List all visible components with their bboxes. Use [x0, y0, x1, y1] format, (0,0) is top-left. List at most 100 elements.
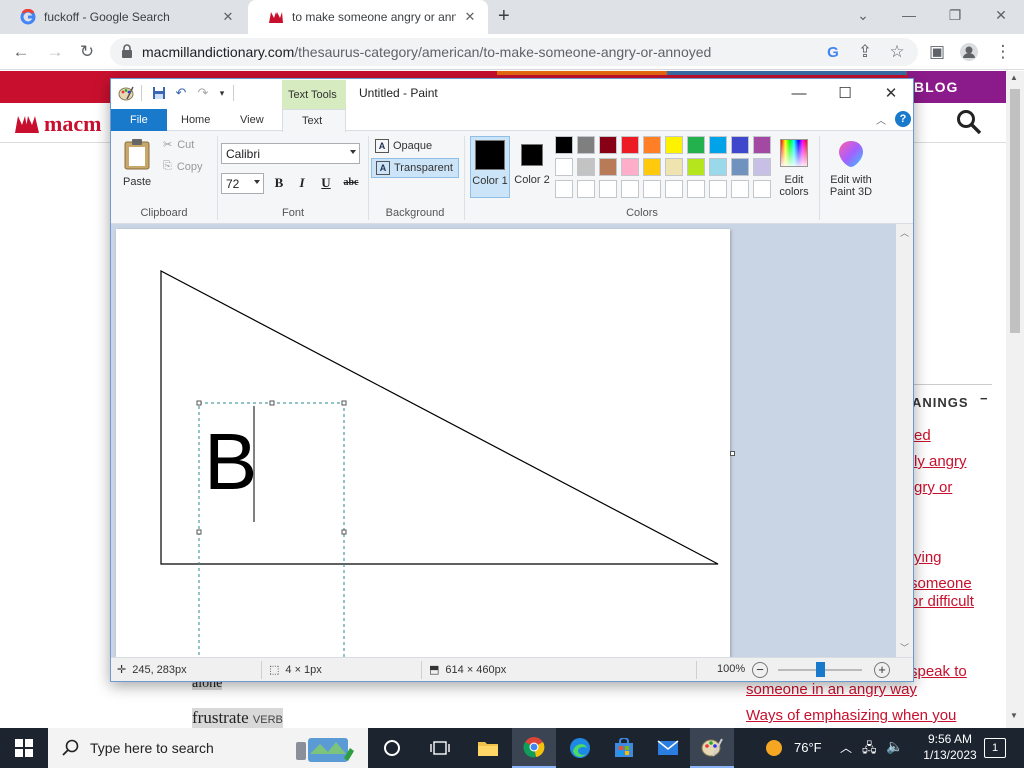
paint-title-bar[interactable]: ↶ ↷ ▾ Text Tools Untitled - Paint — ☐ ✕ — [111, 79, 913, 109]
palette-swatch[interactable] — [665, 158, 683, 176]
share-icon[interactable]: ⇪ — [850, 34, 880, 70]
font-family-dropdown[interactable]: Calibri — [221, 143, 360, 164]
kebab-menu-icon[interactable]: ⋮ — [988, 34, 1018, 70]
text-box-content[interactable]: B — [204, 417, 257, 507]
side-panel-icon[interactable]: ▣ — [922, 34, 952, 70]
lock-icon[interactable] — [120, 43, 134, 59]
custom-color-slot[interactable] — [753, 180, 771, 198]
meaning-link[interactable]: someone — [910, 575, 972, 592]
palette-swatch[interactable] — [555, 158, 573, 176]
task-view-icon[interactable] — [418, 728, 462, 768]
clock[interactable]: 9:56 AM 1/13/2023 — [915, 731, 985, 763]
tab-text[interactable]: Text — [282, 109, 346, 132]
close-tab-icon[interactable]: ✕ — [220, 9, 236, 25]
file-explorer-icon[interactable] — [466, 728, 510, 768]
close-icon[interactable]: ✕ — [978, 0, 1024, 30]
meaning-link[interactable]: ed — [914, 427, 931, 444]
scroll-down-icon[interactable]: ﹀ — [900, 641, 909, 654]
weather-temp[interactable]: 76°F — [794, 740, 822, 755]
custom-color-slot[interactable] — [643, 180, 661, 198]
color2-selector[interactable]: Color 2 — [513, 136, 553, 198]
palette-swatch[interactable] — [577, 136, 595, 154]
macmillan-logo[interactable]: macm — [14, 111, 101, 137]
palette-swatch[interactable] — [665, 136, 683, 154]
help-icon[interactable]: ? — [895, 111, 911, 127]
opaque-option[interactable]: A Opaque — [371, 136, 459, 156]
cortana-icon[interactable] — [370, 728, 414, 768]
canvas-scrollbar[interactable]: ︿ ﹀ — [896, 224, 913, 657]
custom-color-slot[interactable] — [577, 180, 595, 198]
palette-swatch[interactable] — [731, 158, 749, 176]
tab-home[interactable]: Home — [169, 109, 222, 131]
page-scrollbar[interactable]: ▲ ▼ — [1006, 71, 1024, 728]
meaning-link[interactable]: gry or — [914, 479, 952, 496]
meaning-link[interactable]: or difficult — [910, 593, 974, 610]
palette-swatch[interactable] — [555, 136, 573, 154]
blog-nav-link[interactable]: BLOG — [908, 71, 1006, 103]
tab-file[interactable]: File — [111, 109, 167, 131]
meaning-link[interactable]: ly angry — [914, 453, 967, 470]
paint-app-icon[interactable] — [117, 84, 135, 102]
chevron-down-icon[interactable]: ⌄ — [840, 0, 886, 30]
collapse-ribbon-icon[interactable]: ︿ — [876, 112, 886, 127]
weather-sun-icon[interactable] — [766, 740, 782, 756]
google-lens-icon[interactable]: G — [818, 34, 848, 70]
minimize-icon[interactable]: — — [776, 79, 822, 107]
color1-selector[interactable]: Color 1 — [470, 136, 510, 198]
store-icon[interactable] — [602, 728, 646, 768]
thesaurus-word[interactable]: frustrate VERB — [192, 708, 283, 728]
canvas-workspace[interactable]: B — [111, 224, 913, 657]
undo-icon[interactable]: ↶ — [172, 84, 190, 102]
edit-with-paint3d-button[interactable]: Edit with Paint 3D — [823, 136, 879, 200]
palette-swatch[interactable] — [577, 158, 595, 176]
custom-color-slot[interactable] — [555, 180, 573, 198]
scrollbar-thumb[interactable] — [1010, 89, 1020, 333]
redo-icon[interactable]: ↷ — [194, 84, 212, 102]
scroll-up-icon[interactable]: ▲ — [1010, 73, 1018, 82]
custom-color-slot[interactable] — [621, 180, 639, 198]
paint-icon[interactable] — [690, 728, 734, 768]
scroll-up-icon[interactable]: ︿ — [900, 226, 909, 239]
scroll-down-icon[interactable]: ▼ — [1010, 711, 1018, 720]
taskbar-search-box[interactable]: Type here to search — [48, 728, 368, 768]
chrome-icon[interactable] — [512, 728, 556, 768]
chevron-up-icon[interactable]: ︿ — [840, 739, 852, 756]
custom-color-slot[interactable] — [709, 180, 727, 198]
custom-color-slot[interactable] — [599, 180, 617, 198]
customize-qa-icon[interactable]: ▾ — [213, 84, 231, 102]
maximize-icon[interactable]: ☐ — [822, 79, 868, 107]
mail-icon[interactable] — [646, 728, 690, 768]
palette-swatch[interactable] — [643, 136, 661, 154]
transparent-option[interactable]: A Transparent — [371, 158, 459, 178]
custom-color-slot[interactable] — [665, 180, 683, 198]
palette-swatch[interactable] — [599, 136, 617, 154]
minimize-icon[interactable]: — — [886, 0, 932, 30]
save-icon[interactable] — [150, 84, 168, 102]
meaning-link[interactable]: speak to — [910, 663, 967, 680]
browser-tab[interactable]: fuckoff - Google Search ✕ — [0, 0, 246, 34]
palette-swatch[interactable] — [731, 136, 749, 154]
cut-button[interactable]: ✂ Cut — [163, 138, 194, 152]
address-bar[interactable]: macmillandictionary.com/thesaurus-catego… — [110, 38, 918, 66]
zoom-out-button[interactable]: − — [752, 662, 768, 678]
palette-swatch[interactable] — [753, 136, 771, 154]
palette-swatch[interactable] — [709, 158, 727, 176]
meaning-link[interactable]: Ways of emphasizing when you — [746, 707, 956, 724]
strikethrough-button[interactable]: abc — [339, 173, 363, 193]
underline-button[interactable]: U — [316, 173, 336, 193]
reload-icon[interactable]: ↻ — [72, 34, 102, 70]
collapse-icon[interactable]: − — [980, 391, 989, 406]
font-size-dropdown[interactable]: 72 — [221, 173, 264, 194]
custom-color-slot[interactable] — [731, 180, 749, 198]
drawing-canvas[interactable]: B — [116, 229, 730, 657]
palette-swatch[interactable] — [621, 136, 639, 154]
restore-icon[interactable]: ❐ — [932, 0, 978, 30]
italic-button[interactable]: I — [292, 173, 312, 193]
palette-swatch[interactable] — [753, 158, 771, 176]
canvas-resize-handle[interactable] — [730, 451, 735, 456]
palette-swatch[interactable] — [687, 136, 705, 154]
browser-tab-active[interactable]: to make someone angry or annoyed ✕ — [248, 0, 488, 34]
edit-colors-button[interactable]: Edit colors — [777, 136, 811, 200]
palette-swatch[interactable] — [621, 158, 639, 176]
start-button[interactable] — [0, 728, 48, 768]
